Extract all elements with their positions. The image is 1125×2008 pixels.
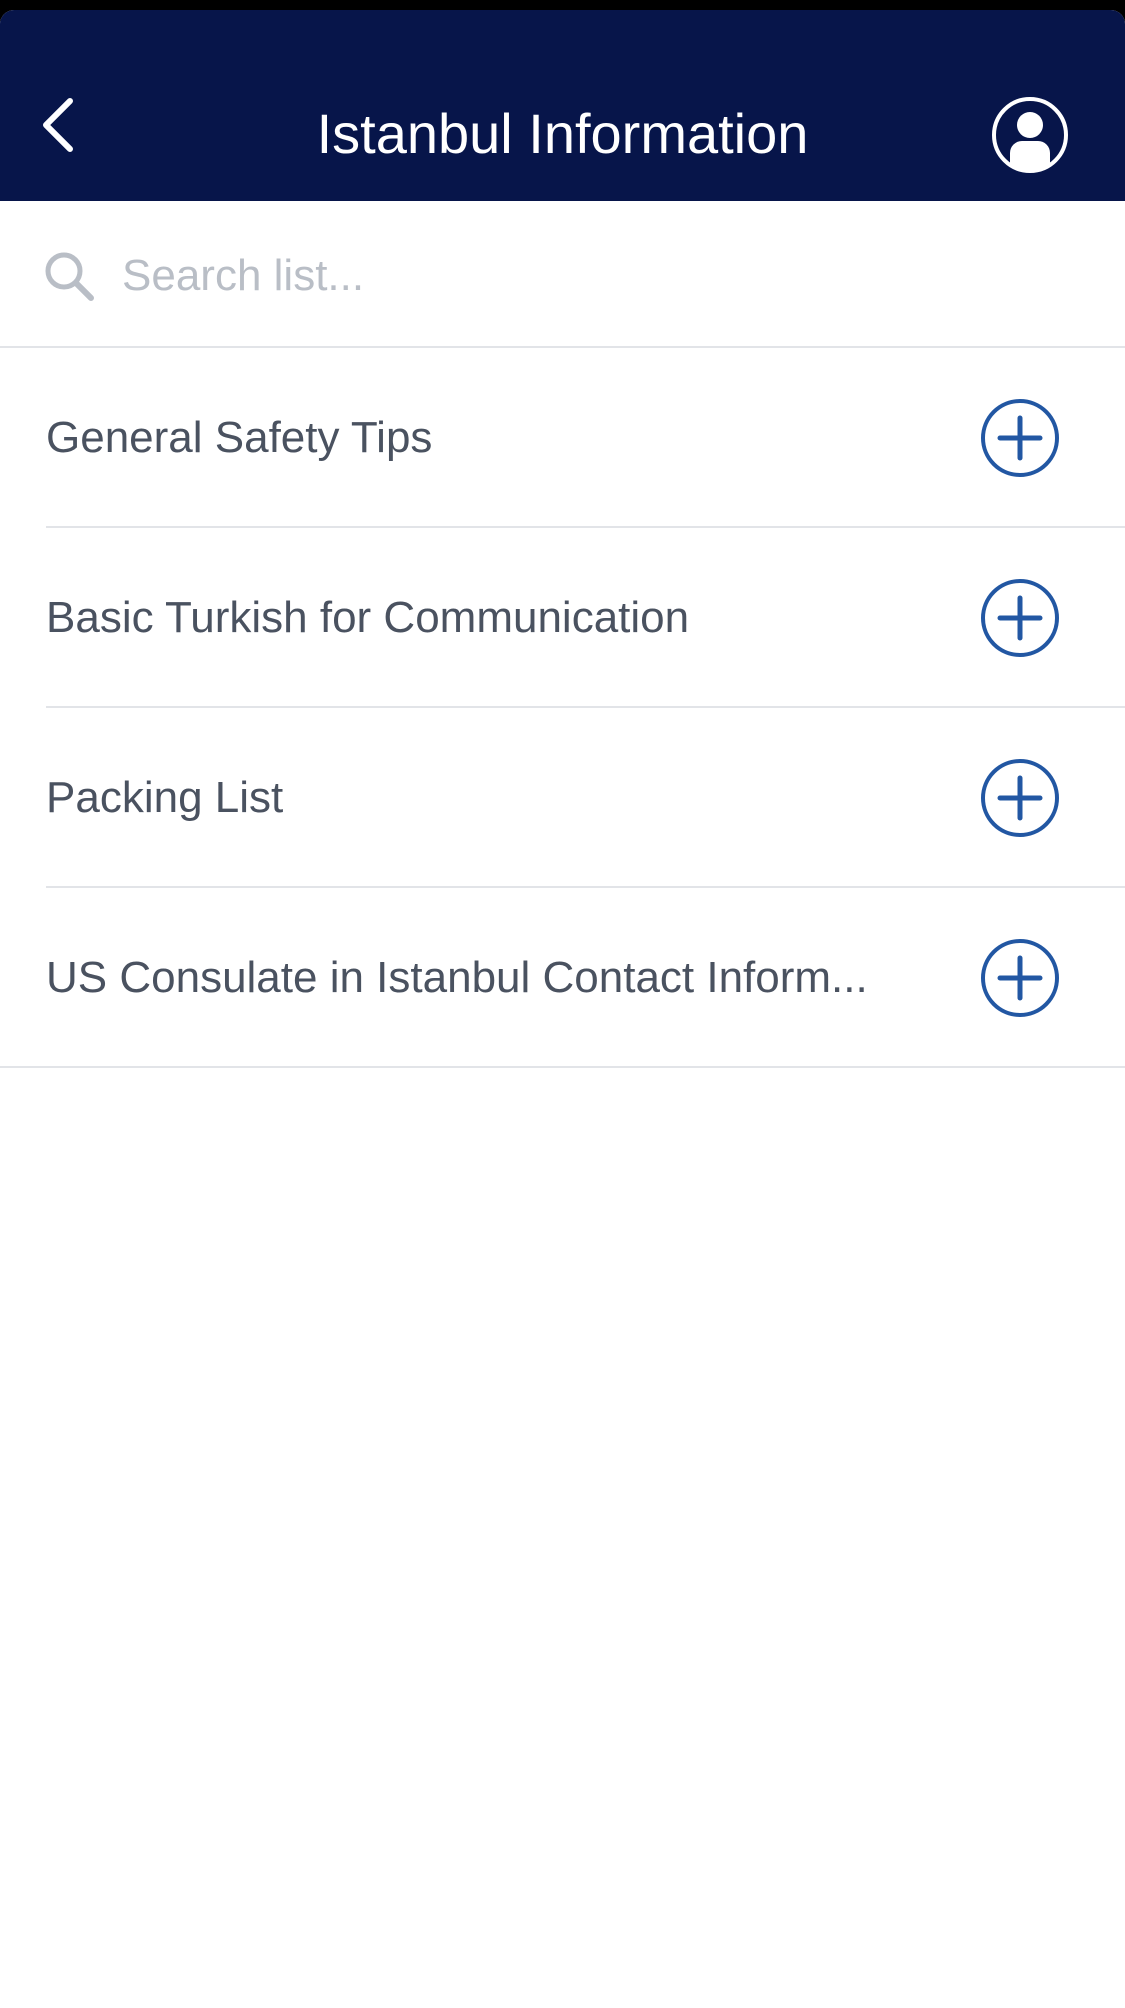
header-bar: Istanbul Information <box>0 10 1125 201</box>
info-list: General Safety Tips Basic Turkish for Co… <box>0 348 1125 1068</box>
search-icon <box>45 252 94 301</box>
user-circle-icon <box>992 97 1068 173</box>
profile-button[interactable] <box>990 95 1070 175</box>
list-item[interactable]: Basic Turkish for Communication <box>0 528 1125 708</box>
plus-circle-icon[interactable] <box>980 758 1060 838</box>
list-item-label: US Consulate in Istanbul Contact Inform.… <box>46 953 868 1002</box>
divider <box>0 1066 1125 1068</box>
back-button[interactable] <box>28 90 88 160</box>
search-input[interactable] <box>122 241 1022 311</box>
plus-circle-icon[interactable] <box>980 398 1060 478</box>
list-item[interactable]: US Consulate in Istanbul Contact Inform.… <box>0 888 1125 1068</box>
list-item[interactable]: Packing List <box>0 708 1125 888</box>
search-bar <box>0 201 1125 348</box>
list-item[interactable]: General Safety Tips <box>0 348 1125 528</box>
chevron-left-icon <box>43 98 73 152</box>
plus-circle-icon[interactable] <box>980 578 1060 658</box>
list-item-label: General Safety Tips <box>46 413 433 462</box>
list-item-label: Basic Turkish for Communication <box>46 593 690 642</box>
plus-circle-icon[interactable] <box>980 938 1060 1018</box>
list-item-label: Packing List <box>46 773 284 822</box>
page-title: Istanbul Information <box>316 102 809 165</box>
app-screen: Istanbul Information General Safety Tips <box>0 10 1125 2008</box>
